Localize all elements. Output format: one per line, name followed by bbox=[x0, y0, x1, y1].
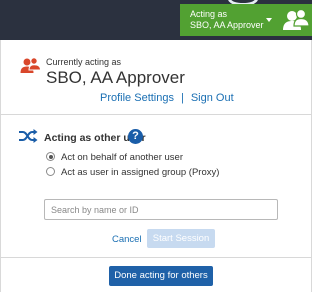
profile-settings-link[interactable]: Profile Settings bbox=[100, 92, 174, 104]
search-input[interactable] bbox=[44, 199, 278, 220]
start-session-button[interactable]: Start Session bbox=[147, 229, 215, 248]
link-separator: | bbox=[180, 92, 184, 104]
section-divider bbox=[0, 114, 312, 115]
radio-option-proxy[interactable]: Act as user in assigned group (Proxy) bbox=[46, 167, 219, 178]
currently-acting-label: Currently acting as bbox=[46, 57, 122, 67]
cancel-link[interactable]: Cancel bbox=[112, 234, 142, 245]
radio-button-checked[interactable] bbox=[46, 152, 55, 161]
help-icon[interactable]: ? bbox=[128, 129, 143, 144]
radio-label-behalf: Act on behalf of another user bbox=[61, 152, 183, 163]
radio-label-proxy: Act as user in assigned group (Proxy) bbox=[61, 167, 220, 178]
shuffle-icon bbox=[19, 129, 38, 143]
acting-as-menu-button[interactable]: Acting as SBO, AA Approver bbox=[180, 4, 280, 36]
users-menu-button[interactable] bbox=[280, 4, 312, 36]
radio-option-behalf[interactable]: Act on behalf of another user bbox=[46, 152, 183, 163]
done-acting-button[interactable]: Done acting for others bbox=[109, 266, 213, 286]
users-icon bbox=[283, 8, 310, 30]
profile-links: Profile Settings | Sign Out bbox=[100, 92, 234, 104]
radio-button[interactable] bbox=[46, 167, 55, 176]
caret-down-icon bbox=[266, 18, 272, 22]
current-user-name: SBO, AA Approver bbox=[46, 68, 185, 87]
sign-out-link[interactable]: Sign Out bbox=[191, 92, 234, 104]
users-icon bbox=[20, 57, 42, 73]
section-divider bbox=[0, 257, 312, 258]
